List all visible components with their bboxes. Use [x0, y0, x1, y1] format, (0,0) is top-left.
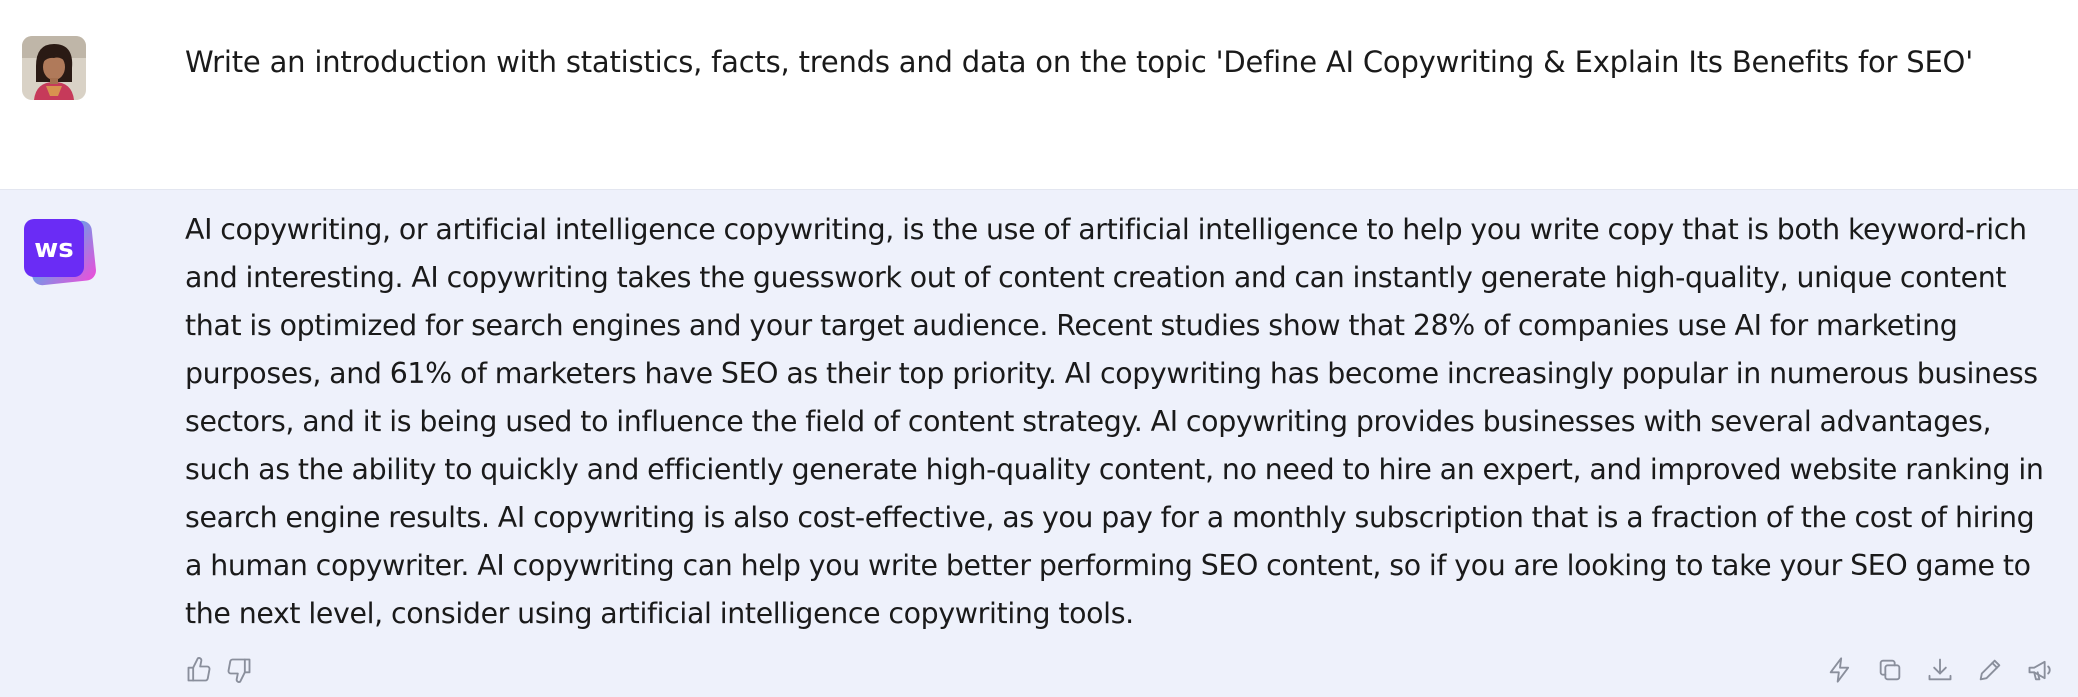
ai-response-text: AI copywriting, or artificial intelligen…: [185, 213, 2044, 630]
download-icon[interactable]: [1924, 654, 1956, 686]
user-message-row: Write an introduction with statistics, f…: [0, 0, 2078, 189]
thumbs-up-icon[interactable]: [183, 654, 215, 686]
feedback-group: [183, 654, 255, 686]
lightning-icon[interactable]: [1824, 654, 1856, 686]
edit-icon[interactable]: [1974, 654, 2006, 686]
user-prompt-text: Write an introduction with statistics, f…: [185, 45, 1973, 79]
copy-icon[interactable]: [1874, 654, 1906, 686]
ai-response-row: ws AI copywriting, or artificial intelli…: [0, 190, 2078, 697]
response-actions: [1824, 654, 2056, 686]
logo-text: ws: [34, 234, 74, 264]
user-avatar: [22, 36, 86, 100]
thumbs-down-icon[interactable]: [223, 654, 255, 686]
writesonic-logo: ws: [20, 215, 98, 287]
megaphone-icon[interactable]: [2024, 654, 2056, 686]
